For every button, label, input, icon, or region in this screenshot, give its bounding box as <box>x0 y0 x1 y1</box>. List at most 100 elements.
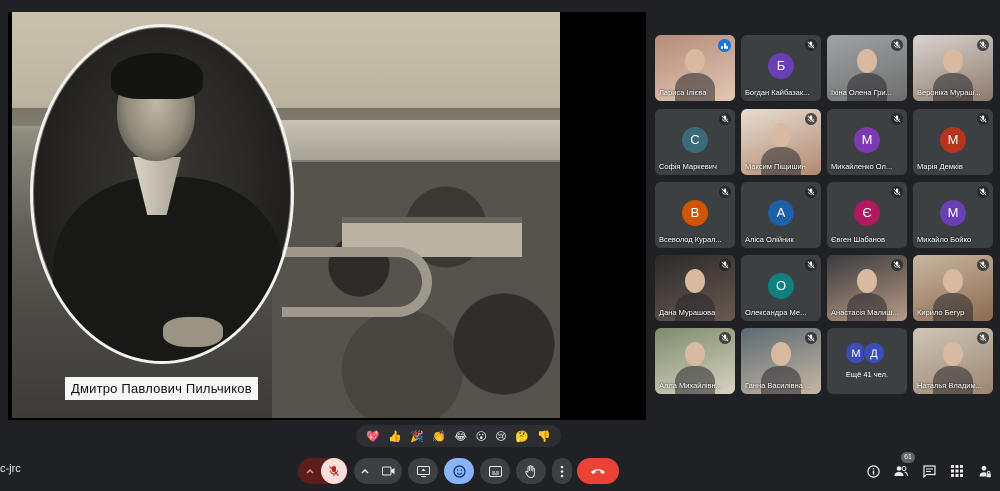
camera-control <box>354 458 402 484</box>
mic-muted-icon <box>719 259 731 271</box>
participant-tile[interactable]: Наталья Владим... <box>913 328 993 394</box>
mic-muted-icon <box>719 332 731 344</box>
host-controls-button[interactable] <box>976 462 994 480</box>
chat-icon <box>922 464 936 478</box>
more-options-button[interactable] <box>552 458 572 484</box>
present-screen-icon <box>416 465 430 477</box>
participant-avatar: М <box>854 127 880 153</box>
reaction-thumbs-up[interactable]: 👍 <box>388 430 402 443</box>
participant-name: Алла Михайлівн... <box>659 381 722 390</box>
participant-tile[interactable]: Є Євген Шабанов <box>827 182 907 248</box>
closed-captions-icon <box>488 465 502 477</box>
reaction-clap[interactable]: 👏 <box>432 430 446 443</box>
participant-tile[interactable]: Ганна Василівна ... <box>741 328 821 394</box>
raise-hand-button[interactable] <box>516 458 546 484</box>
more-vert-icon <box>560 465 564 477</box>
camera-toggle-button[interactable] <box>375 458 401 484</box>
participant-name: Ганна Василівна ... <box>745 381 812 390</box>
presentation-slide: Дмитро Павлович Пильчиков <box>12 12 560 418</box>
hand-icon <box>525 464 535 478</box>
end-call-icon <box>591 469 605 474</box>
portrait-caption: Дмитро Павлович Пильчиков <box>65 377 258 400</box>
reaction-thinking[interactable]: 🤔 <box>515 430 529 443</box>
captions-button[interactable] <box>480 458 510 484</box>
participant-face <box>943 49 963 73</box>
mic-options-button[interactable] <box>299 458 321 484</box>
chat-button[interactable] <box>920 462 938 480</box>
meeting-details-button[interactable] <box>864 462 882 480</box>
camera-options-button[interactable] <box>355 458 375 484</box>
participant-avatar: А <box>768 200 794 226</box>
camera-icon <box>381 466 394 476</box>
mic-muted-icon <box>805 113 817 125</box>
mic-muted-icon <box>805 39 817 51</box>
participant-face <box>857 49 877 73</box>
participant-tile[interactable]: Вероніка Мураш... <box>913 35 993 101</box>
participant-tile[interactable]: О Олександра Ме... <box>741 255 821 321</box>
chevron-up-icon <box>361 468 369 474</box>
participant-name: Максим Піщишин <box>745 162 806 171</box>
participant-tile[interactable]: Дана Мурашова <box>655 255 735 321</box>
participant-face <box>685 342 705 366</box>
mic-muted-icon <box>891 113 903 125</box>
reaction-laugh[interactable]: 😂 <box>454 430 467 443</box>
mic-muted-icon <box>719 186 731 198</box>
participant-name: Всеволод Курал... <box>659 235 722 244</box>
participant-tile[interactable]: М Михайленко Ол... <box>827 109 907 175</box>
participant-face <box>943 269 963 293</box>
participant-tile[interactable]: М Марія Демків <box>913 109 993 175</box>
present-button[interactable] <box>408 458 438 484</box>
participant-face <box>943 342 963 366</box>
participant-tile[interactable]: Алла Михайлівн... <box>655 328 735 394</box>
participant-name: Олександра Ме... <box>745 308 807 317</box>
reaction-surprised[interactable]: 😮 <box>475 430 486 443</box>
presentation-stage: Дмитро Павлович Пильчиков <box>8 12 646 420</box>
participant-avatar: Б <box>768 53 794 79</box>
slide-sea <box>262 120 560 160</box>
participant-name: Богдан Кайбазак... <box>745 88 810 97</box>
mic-muted-icon <box>805 186 817 198</box>
participant-tile[interactable]: Анастасія Малиш... <box>827 255 907 321</box>
activities-button[interactable] <box>948 462 966 480</box>
mic-muted-icon <box>977 39 989 51</box>
participant-name: Наталья Владим... <box>917 381 982 390</box>
participant-name: Анастасія Малиш... <box>831 308 899 317</box>
participant-face <box>771 123 791 147</box>
participant-tile[interactable]: В Всеволод Курал... <box>655 182 735 248</box>
participant-tile[interactable]: М Д Ещё 41 чел. <box>827 328 907 394</box>
leave-call-button[interactable] <box>577 458 619 484</box>
portrait-oval <box>30 24 294 364</box>
participant-name: Лариса Ілієва <box>659 88 707 97</box>
participant-tile[interactable]: С Софія Маркевич <box>655 109 735 175</box>
participant-avatar: М <box>940 200 966 226</box>
reactions-button[interactable] <box>444 458 474 484</box>
participant-tile[interactable]: Кирило Бегур <box>913 255 993 321</box>
participant-tile[interactable]: А Аліса Олійник <box>741 182 821 248</box>
people-button[interactable] <box>892 462 910 480</box>
chevron-up-icon <box>306 468 314 474</box>
participant-tile[interactable]: Лариса Ілієва <box>655 35 735 101</box>
participant-name: Євген Шабанов <box>831 235 885 244</box>
portrait-hair <box>111 53 203 99</box>
mic-toggle-button[interactable] <box>321 458 347 484</box>
participant-name: Кирило Бегур <box>917 308 965 317</box>
mic-off-icon <box>329 466 339 476</box>
mic-muted-icon <box>977 259 989 271</box>
reaction-heart[interactable]: 💖 <box>366 430 380 443</box>
slide-terrace <box>282 247 432 317</box>
lock-person-icon <box>979 465 991 477</box>
reaction-party[interactable]: 🎉 <box>410 430 424 443</box>
mic-muted-icon <box>891 259 903 271</box>
reaction-sad[interactable]: 😢 <box>495 430 506 443</box>
meeting-code: c-jrc <box>0 463 21 475</box>
participant-avatar: Є <box>854 200 880 226</box>
participant-tile[interactable]: Максим Піщишин <box>741 109 821 175</box>
participant-name: Дана Мурашова <box>659 308 716 317</box>
participant-count-badge: 61 <box>901 452 915 463</box>
participant-tile[interactable]: Іхіна Олена Гри... <box>827 35 907 101</box>
participant-face <box>857 269 877 293</box>
participant-tile[interactable]: Б Богдан Кайбазак... <box>741 35 821 101</box>
reaction-thumbs-down[interactable]: 👎 <box>537 430 551 443</box>
participant-tile[interactable]: М Михайло Бойко <box>913 182 993 248</box>
mic-muted-icon <box>719 113 731 125</box>
